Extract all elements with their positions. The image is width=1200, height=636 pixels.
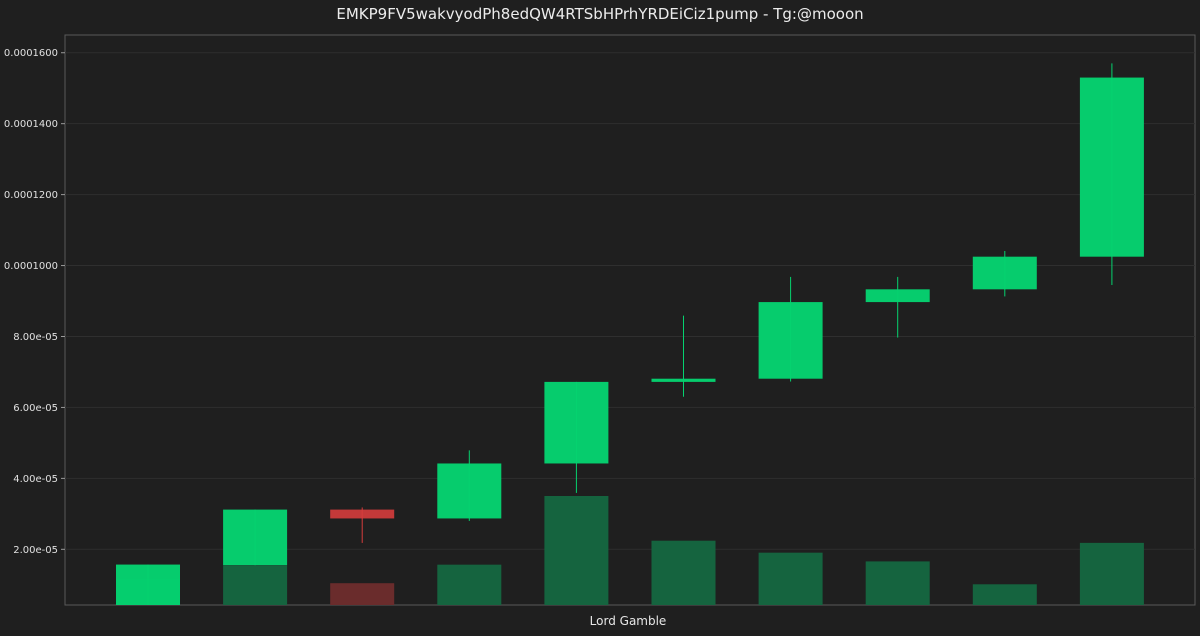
candle-body-up [865, 289, 930, 303]
y-tick-label: 0.0001000 [4, 261, 58, 272]
y-tick-label: 0.0001400 [4, 119, 58, 130]
y-tick-label: 0.0001200 [4, 190, 58, 201]
x-axis-label: Lord Gamble [589, 614, 667, 628]
candle-body-up [223, 509, 288, 566]
candle-body-up [116, 564, 180, 605]
candle-body-up [972, 256, 1037, 290]
candle-body-up [651, 378, 716, 382]
volume-bar [758, 552, 823, 605]
volume-bar [651, 540, 716, 605]
volume-bar [330, 583, 395, 605]
volume-bar [544, 496, 609, 605]
y-tick-label: 2.00e-05 [13, 545, 58, 556]
volume-bar [972, 584, 1037, 605]
y-tick-label: 0.0001600 [4, 48, 58, 59]
volume-bar [1079, 542, 1144, 605]
y-tick-label: 4.00e-05 [13, 474, 58, 485]
candle-body-up [544, 381, 609, 464]
candle-body-down [330, 509, 395, 519]
volume-bar [437, 564, 502, 605]
candle-body-up [758, 302, 823, 379]
plot-area: 2.00e-05 4.00e-05 6.00e-05 8.00e-05 0.000100… [4, 34, 1196, 606]
volume-bar [223, 565, 288, 605]
volume-bar [865, 561, 930, 605]
chart: EMKP9FV5wakvyodPh8edQW4RTSbHPrhYRDEiCiz1… [0, 0, 1200, 636]
y-tick-label: 6.00e-05 [13, 403, 58, 414]
candle-body-up [1079, 77, 1144, 257]
y-tick-label: 8.00e-05 [13, 332, 58, 343]
candle-body-up [437, 463, 502, 519]
